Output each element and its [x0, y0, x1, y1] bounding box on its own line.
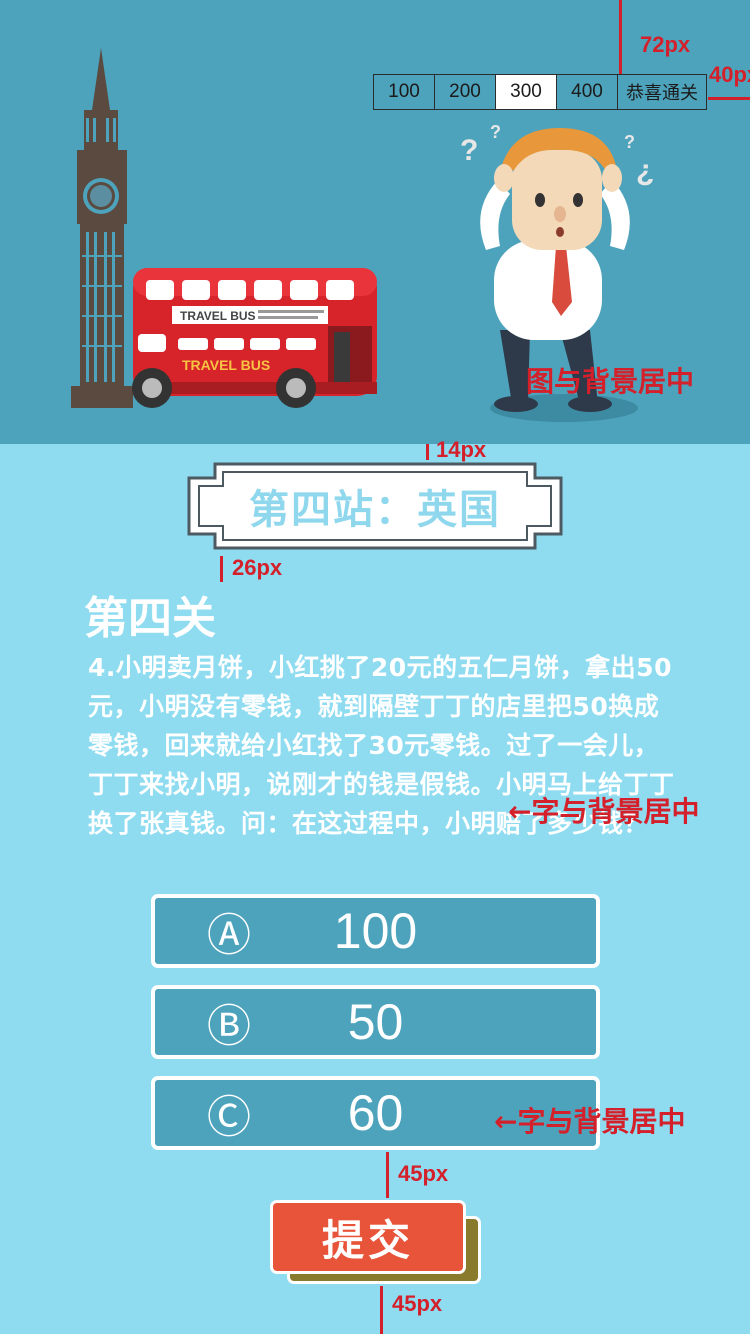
level-tab-200[interactable]: 200 [435, 75, 496, 109]
annotation-text-center: ←字与背景居中 [508, 795, 700, 828]
station-title: 第四站：英国 [249, 487, 501, 533]
annotation-submit-top-gap: 45px [398, 1161, 449, 1186]
annotation-heading-gap: 26px [232, 555, 283, 580]
svg-text:¿: ¿ [636, 154, 654, 187]
annotation-line [426, 444, 429, 460]
annotation-banner-gap: 14px [436, 437, 487, 462]
level-tab-bar: 100 200 300 400 恭喜通关 [373, 74, 707, 110]
annotation-option-center: ←字与背景居中 [494, 1105, 686, 1138]
svg-text:TRAVEL BUS: TRAVEL BUS [182, 357, 270, 373]
submit-button[interactable]: 提交 [270, 1200, 466, 1274]
annotation-top-gap: 72px [640, 32, 691, 57]
header-scene: TRAVEL BUS TRAVEL BUS ? ? ? ¿ 100 200 30… [0, 0, 750, 444]
svg-text:?: ? [460, 134, 478, 167]
option-a[interactable]: Ⓐ 100 [151, 894, 600, 968]
annotation-image-center: 图与背景居中 [526, 365, 695, 398]
level-tab-complete[interactable]: 恭喜通关 [618, 75, 706, 109]
big-ben-icon [71, 48, 133, 408]
annotation-line [708, 97, 750, 100]
option-b[interactable]: Ⓑ 50 [151, 985, 600, 1059]
annotation-submit-bottom-gap: 45px [392, 1291, 443, 1316]
option-a-value: 100 [333, 903, 418, 959]
svg-text:?: ? [490, 122, 501, 142]
travel-bus-icon: TRAVEL BUS TRAVEL BUS [132, 268, 377, 408]
level-tab-400[interactable]: 400 [557, 75, 618, 109]
option-b-value: 50 [347, 994, 404, 1050]
level-tab-100[interactable]: 100 [374, 75, 435, 109]
svg-text:?: ? [624, 132, 635, 152]
annotation-line [220, 556, 223, 582]
station-banner: 第四站：英国 [187, 462, 563, 550]
level-heading: 第四关 [84, 593, 216, 644]
annotation-right-gap: 40px [709, 62, 750, 87]
annotation-line [386, 1152, 389, 1198]
level-tab-300[interactable]: 300 [496, 75, 557, 109]
svg-text:TRAVEL BUS: TRAVEL BUS [180, 309, 256, 323]
annotation-line [619, 0, 622, 74]
annotation-line [380, 1286, 383, 1334]
